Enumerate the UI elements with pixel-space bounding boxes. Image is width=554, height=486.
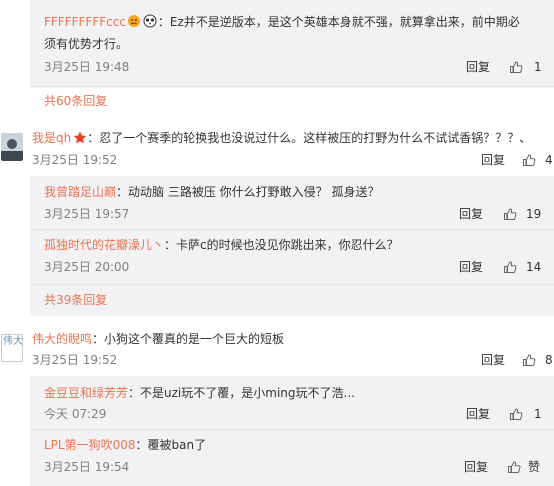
like-count: 14 <box>526 260 542 274</box>
timestamp: 3月25日 19:52 <box>32 353 118 367</box>
like-count: 19 <box>526 207 542 221</box>
comment: 伟大的睨鸣：小狗这个覆真的是一个巨大的短板 <box>32 331 284 347</box>
thumb-up-icon[interactable] <box>503 207 517 221</box>
reply-text: ：覆被ban了 <box>135 438 207 452</box>
angry-emoji-icon <box>126 14 142 28</box>
thumb-up-icon[interactable] <box>522 353 536 367</box>
reply-button[interactable]: 回复 <box>481 352 505 368</box>
like-count: 4 <box>545 153 553 167</box>
reply-button[interactable]: 回复 <box>466 406 490 422</box>
reply-item: FFFFFFFFFccc ：Ez并不是逆版本，是这个英雄本身就不强，就算拿出来，前… <box>44 14 520 30</box>
username-link[interactable]: FFFFFFFFFccc <box>44 15 126 29</box>
timestamp: 3月25日 19:54 <box>44 460 130 474</box>
avatar[interactable] <box>1 133 23 161</box>
like-label: 赞 <box>528 460 541 474</box>
thumb-up-icon[interactable] <box>507 460 521 474</box>
thumb-up-icon[interactable] <box>503 260 517 274</box>
reply-button[interactable]: 回复 <box>459 206 483 222</box>
timestamp: 3月25日 19:52 <box>32 153 118 167</box>
reply-item: 我曾踏足山巅：动动脑 三路被压 你什么打野敢入侵？ 孤身送？ <box>44 184 379 200</box>
view-more-replies-link[interactable]: 共39条回复 <box>44 292 107 308</box>
username-link[interactable]: LPL第一狗吹008 <box>44 438 136 452</box>
username-link[interactable]: 我曾踏足山巅 <box>44 185 116 199</box>
star-badge-icon <box>73 131 87 144</box>
divider <box>30 284 554 285</box>
username-link[interactable]: 伟大的睨鸣 <box>32 332 92 346</box>
divider <box>30 86 554 87</box>
reply-text: ：动动脑 三路被压 你什么打野敢入侵？ 孤身送？ <box>116 185 380 199</box>
comment: 我是qh ：忍了一个赛季的轮换我也没说过什么。这样被压的打野为什么不试试香锅？？？… <box>32 130 531 146</box>
username-link[interactable]: 金豆豆和绿芳芳 <box>44 386 128 400</box>
timestamp: 3月25日 20:00 <box>44 260 130 274</box>
reply-text: ：不是uzi玩不了覆，是小ming玩不了浩... <box>128 386 355 400</box>
reply-button[interactable]: 回复 <box>459 259 483 275</box>
comment-text: ：忍了一个赛季的轮换我也没说过什么。这样被压的打野为什么不试试香锅？？？、 <box>87 131 532 145</box>
thumb-up-icon[interactable] <box>522 153 536 167</box>
reply-button[interactable]: 回复 <box>481 152 505 168</box>
timestamp: 3月25日 19:57 <box>44 207 130 221</box>
like-count: 1 <box>534 60 542 74</box>
reply-item: LPL第一狗吹008：覆被ban了 <box>44 437 206 453</box>
like-count: 1 <box>534 407 542 421</box>
reply-text: ：Ez并不是逆版本，是这个英雄本身就不强，就算拿出来，前中期必 <box>157 15 520 29</box>
like-count: 8 <box>545 353 553 367</box>
timestamp: 3月25日 19:48 <box>44 60 130 74</box>
divider <box>30 429 554 430</box>
reply-text-continued: 须有优势才行。 <box>44 37 129 51</box>
timestamp: 今天 07:29 <box>44 407 107 421</box>
avatar-alt-text: 伟大 <box>3 336 23 347</box>
divider <box>30 229 554 230</box>
username-link[interactable]: 我是qh <box>32 131 71 145</box>
thumb-up-icon[interactable] <box>509 60 523 74</box>
panda-emoji-icon <box>142 14 158 28</box>
username-link[interactable]: 孤独时代的花瓣澡儿丶 <box>44 238 164 252</box>
comment-text: ：小狗这个覆真的是一个巨大的短板 <box>92 332 285 346</box>
reply-button[interactable]: 回复 <box>466 59 490 75</box>
view-more-replies-link[interactable]: 共60条回复 <box>44 93 107 109</box>
reply-item: 孤独时代的花瓣澡儿丶：卡萨c的时候也没见你跳出来，你忍什么？ <box>44 237 399 253</box>
avatar[interactable]: 伟大 <box>1 334 23 362</box>
reply-item: 金豆豆和绿芳芳：不是uzi玩不了覆，是小ming玩不了浩... <box>44 385 355 401</box>
reply-button[interactable]: 回复 <box>464 459 488 475</box>
reply-text: ：卡萨c的时候也没见你跳出来，你忍什么？ <box>164 238 399 252</box>
thumb-up-icon[interactable] <box>509 407 523 421</box>
